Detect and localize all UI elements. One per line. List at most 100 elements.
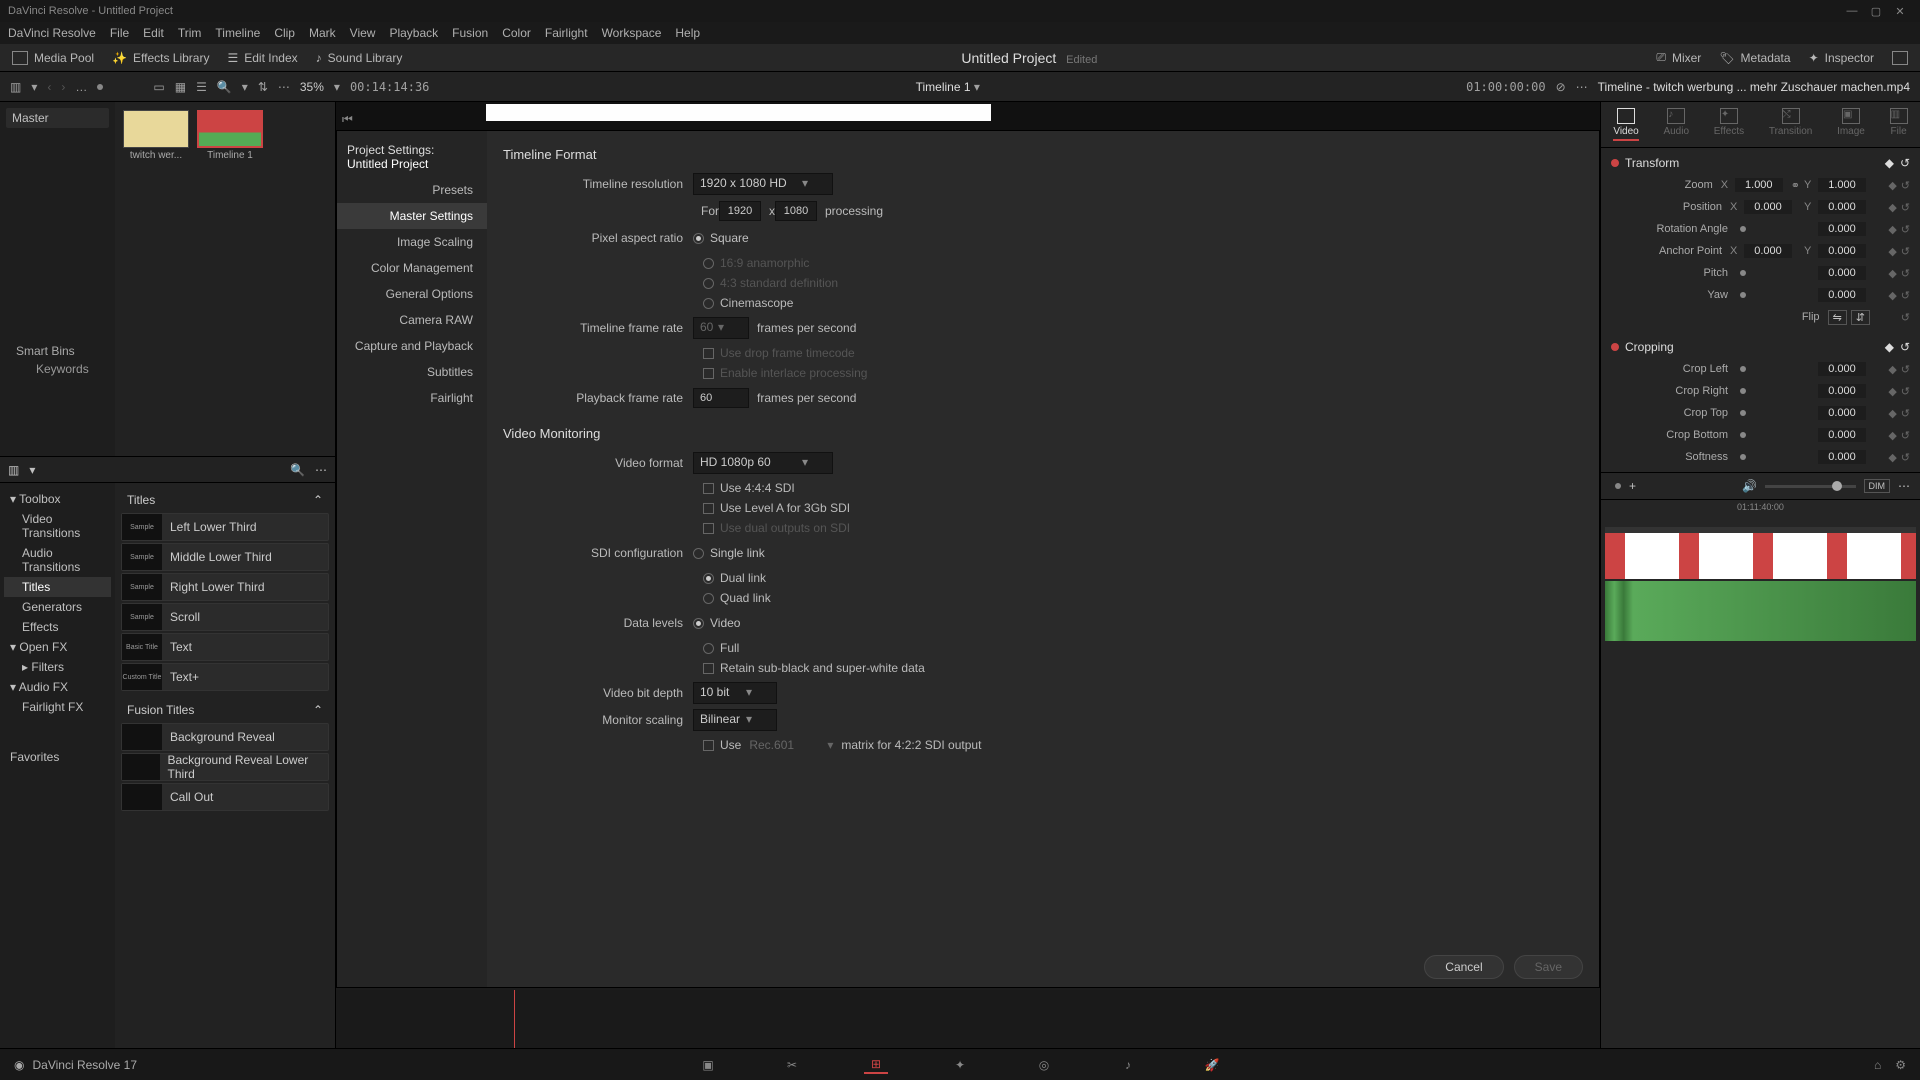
expand-icon[interactable] <box>1892 51 1908 65</box>
levela-check[interactable] <box>703 503 714 514</box>
color-page[interactable]: ◎ <box>1032 1056 1056 1074</box>
title-item[interactable]: Basic TitleText <box>121 633 329 661</box>
chevron-down-icon[interactable]: ▾ <box>29 463 35 477</box>
softness[interactable]: 0.000 <box>1818 450 1866 464</box>
menu-trim[interactable]: Trim <box>178 26 202 40</box>
chevron-down-icon[interactable]: ▾ <box>974 80 980 94</box>
menu-view[interactable]: View <box>350 26 376 40</box>
chevron-down-icon[interactable]: ▾ <box>242 80 248 94</box>
close-icon[interactable]: ✕ <box>1888 5 1912 18</box>
cat-presets[interactable]: Presets <box>337 177 487 203</box>
title-item[interactable]: SampleMiddle Lower Third <box>121 543 329 571</box>
minimize-icon[interactable]: — <box>1840 5 1864 17</box>
link-icon[interactable]: ⚭ <box>1791 179 1800 192</box>
dl-full-radio[interactable] <box>703 643 714 654</box>
yaw-slider[interactable] <box>1740 292 1746 298</box>
gear-icon[interactable]: ⚙ <box>1895 1058 1906 1072</box>
zoom-percent[interactable]: 35% <box>300 80 324 94</box>
pitch-slider[interactable] <box>1740 270 1746 276</box>
media-page[interactable]: ▣ <box>696 1056 720 1074</box>
edit-page[interactable]: ⊞ <box>864 1056 888 1074</box>
sdi-dual-radio[interactable] <box>703 573 714 584</box>
out-timecode[interactable]: 01:00:00:00 <box>1466 80 1545 94</box>
home-icon[interactable]: ⌂ <box>1874 1058 1881 1072</box>
media-pool-button[interactable]: Media Pool <box>12 51 94 65</box>
playback-fr-input[interactable]: 60 <box>693 388 749 408</box>
anchor-y[interactable]: 0.000 <box>1818 244 1866 258</box>
menu-timeline[interactable]: Timeline <box>215 26 260 40</box>
keywords-bin[interactable]: Keywords <box>16 362 99 376</box>
inspector-tab-image[interactable]: ▣Image <box>1837 108 1865 141</box>
inspector-tab-file[interactable]: ▥File <box>1890 108 1908 141</box>
effects-library-button[interactable]: ✨Effects Library <box>112 51 209 65</box>
menu-davinci[interactable]: DaVinci Resolve <box>8 26 96 40</box>
width-input[interactable]: 1920 <box>719 201 761 221</box>
keyframe-slider[interactable] <box>1615 483 1621 489</box>
speaker-icon[interactable]: 🔊 <box>1742 479 1757 493</box>
menu-fairlight[interactable]: Fairlight <box>545 26 588 40</box>
par-cine-radio[interactable] <box>703 298 714 309</box>
menu-color[interactable]: Color <box>502 26 531 40</box>
crop-top-slider[interactable] <box>1740 410 1746 416</box>
menu-file[interactable]: File <box>110 26 129 40</box>
metadata-button[interactable]: 🏷Metadata <box>1719 51 1790 65</box>
sort-icon[interactable]: ⇅ <box>258 80 268 94</box>
view-strip-icon[interactable]: ▭ <box>153 80 164 94</box>
audio-track[interactable] <box>1605 581 1916 641</box>
collapse-icon[interactable]: ⌃ <box>313 703 323 717</box>
cat-color-management[interactable]: Color Management <box>337 255 487 281</box>
rotation-value[interactable]: 0.000 <box>1818 222 1866 236</box>
go-to-in-icon[interactable]: ⏮ <box>342 112 356 126</box>
timeline-ruler[interactable]: 01:11:40:00 <box>1601 499 1920 527</box>
reset-icon[interactable]: ↺ <box>1901 179 1910 192</box>
title-item[interactable]: SampleRight Lower Third <box>121 573 329 601</box>
pos-y[interactable]: 0.000 <box>1818 200 1866 214</box>
fairlightfx-node[interactable]: Fairlight FX <box>4 697 111 717</box>
toolbox-node[interactable]: ▾ Toolbox <box>4 489 111 509</box>
cancel-button[interactable]: Cancel <box>1424 955 1503 979</box>
flip-h-icon[interactable]: ⇋ <box>1828 310 1847 325</box>
inspector-tab-effects[interactable]: ✦Effects <box>1714 108 1744 141</box>
fusion-title-item[interactable]: Call Out <box>121 783 329 811</box>
sdi-single-radio[interactable] <box>693 548 704 559</box>
menu-fusion[interactable]: Fusion <box>452 26 488 40</box>
audiofx-node[interactable]: ▾ Audio FX <box>4 677 111 697</box>
enable-dot-icon[interactable] <box>1611 343 1619 351</box>
fusion-title-item[interactable]: Background Reveal Lower Third <box>121 753 329 781</box>
volume-slider[interactable] <box>1765 485 1855 488</box>
edit-index-button[interactable]: ☰Edit Index <box>227 51 297 65</box>
cat-general-options[interactable]: General Options <box>337 281 487 307</box>
pos-x[interactable]: 0.000 <box>1744 200 1792 214</box>
softness-slider[interactable] <box>1740 454 1746 460</box>
sound-library-button[interactable]: ♪Sound Library <box>316 51 403 65</box>
anchor-x[interactable]: 0.000 <box>1744 244 1792 258</box>
flip-v-icon[interactable]: ⇵ <box>1851 310 1870 325</box>
use-matrix-check[interactable] <box>703 740 714 751</box>
bin-master[interactable]: Master <box>6 108 109 128</box>
height-input[interactable]: 1080 <box>775 201 817 221</box>
timeline-area[interactable] <box>336 990 1600 1048</box>
dim-button[interactable]: DIM <box>1864 479 1891 493</box>
inspector-tab-audio[interactable]: ♪Audio <box>1663 108 1689 141</box>
playhead[interactable] <box>514 990 515 1048</box>
zoom-y[interactable]: 1.000 <box>1818 178 1866 192</box>
chevron-down-icon[interactable]: ▾ <box>334 80 340 94</box>
retain-check[interactable] <box>703 663 714 674</box>
cut-page[interactable]: ✂ <box>780 1056 804 1074</box>
fusion-page[interactable]: ✦ <box>948 1056 972 1074</box>
crop-left-slider[interactable] <box>1740 366 1746 372</box>
keyframe-icon[interactable]: ◆ <box>1885 156 1894 170</box>
fairlight-page[interactable]: ♪ <box>1116 1056 1140 1074</box>
add-keyframe-icon[interactable]: + <box>1629 479 1636 493</box>
view-grid-icon[interactable]: ▦ <box>175 80 186 94</box>
audio-transitions-node[interactable]: Audio Transitions <box>4 543 111 577</box>
cat-subtitles[interactable]: Subtitles <box>337 359 487 385</box>
rotation-slider[interactable] <box>1740 226 1746 232</box>
reset-icon[interactable]: ↺ <box>1900 156 1910 170</box>
search-icon[interactable]: 🔍 <box>290 463 305 477</box>
cat-capture-playback[interactable]: Capture and Playback <box>337 333 487 359</box>
crop-top[interactable]: 0.000 <box>1818 406 1866 420</box>
crop-bottom-slider[interactable] <box>1740 432 1746 438</box>
resolution-select[interactable]: 1920 x 1080 HD ▾ <box>693 173 833 195</box>
generators-node[interactable]: Generators <box>4 597 111 617</box>
